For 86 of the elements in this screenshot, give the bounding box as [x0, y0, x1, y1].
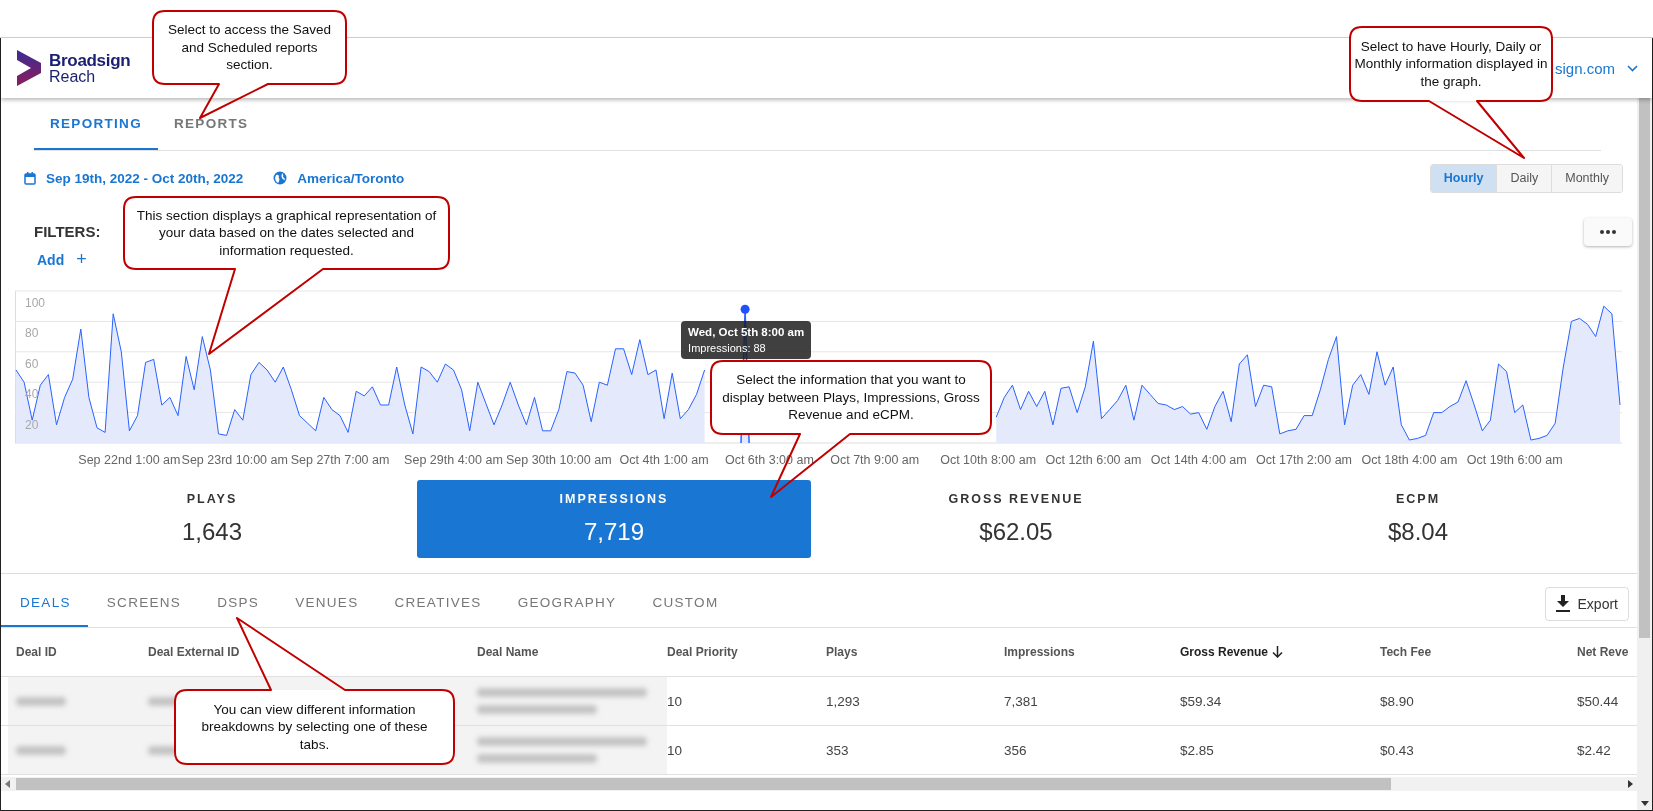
- table-cell: $8.90: [1380, 694, 1414, 709]
- scrollbar-thumb[interactable]: [1639, 98, 1650, 638]
- granularity-option[interactable]: Daily: [1496, 164, 1552, 192]
- scroll-left-icon: [5, 780, 10, 788]
- column-header[interactable]: Plays: [826, 645, 858, 659]
- logo-name: Broadsign: [49, 51, 131, 69]
- axis-label: Oct 17th 2:00 am: [1256, 453, 1352, 467]
- table-cell: $59.34: [1180, 694, 1222, 709]
- scroll-right-icon: [1628, 780, 1633, 788]
- axis-label: Oct 18th 4:00 am: [1361, 453, 1458, 467]
- column-header[interactable]: Gross Revenue: [1180, 645, 1269, 659]
- breakdown-tab[interactable]: CUSTOM: [633, 580, 736, 627]
- axis-label: 80: [25, 326, 39, 341]
- table-cell: 7,381: [1004, 694, 1038, 709]
- more-button[interactable]: [1584, 218, 1632, 246]
- scrollbar-thumb[interactable]: [16, 778, 1391, 790]
- nav-tab[interactable]: REPORTS: [157, 98, 265, 150]
- sort-down-icon: [1272, 646, 1284, 658]
- table-cell: 1,293: [826, 694, 860, 709]
- axis-label: 20: [25, 417, 39, 432]
- axis-label: Oct 12th 6:00 am: [1045, 453, 1142, 467]
- table-cell: $2.42: [1577, 743, 1611, 758]
- axis-label: Oct 19th 6:00 am: [1466, 453, 1563, 467]
- metric-button[interactable]: ECPM $8.04: [1221, 480, 1615, 558]
- metric-button[interactable]: PLAYS 1,643: [15, 480, 409, 558]
- date-range-button[interactable]: Sep 19th, 2022 - Oct 20th, 2022: [24, 170, 244, 186]
- metric-button[interactable]: GROSS REVENUE $62.05: [819, 480, 1213, 558]
- globe-icon: [273, 171, 288, 185]
- breakdown-tab[interactable]: GEOGRAPHY: [498, 580, 634, 627]
- download-icon: [1555, 595, 1570, 612]
- axis-label: 100: [25, 296, 46, 310]
- table-cell: 10: [667, 694, 683, 709]
- breakdown-tab[interactable]: VENUES: [276, 580, 376, 627]
- more-icon: [1600, 230, 1616, 234]
- callout-text: Select to access the Saved and Scheduled reports section.: [167, 21, 332, 74]
- caret-icon: [1627, 64, 1638, 72]
- table-cell: 353: [826, 743, 849, 758]
- table-cell: $0.43: [1380, 743, 1414, 758]
- column-header[interactable]: Net Reve: [1577, 645, 1629, 659]
- add-filter-button[interactable]: Add +: [34, 249, 87, 270]
- axis-label: Oct 10th 8:00 am: [940, 453, 1037, 467]
- logo-subtitle: Reach: [49, 68, 96, 85]
- table-cell: $50.44: [1577, 694, 1619, 709]
- callout-text: This section displays a graphical representation of your data based on the dates selected and information requested.: [135, 206, 438, 260]
- vertical-scrollbar[interactable]: [1637, 98, 1652, 810]
- horizontal-scrollbar[interactable]: [1, 777, 1637, 791]
- column-header[interactable]: Deal Name: [477, 645, 539, 659]
- tooltip-text: Impressions: 88: [688, 342, 767, 355]
- axis-label: Oct 4th 1:00 am: [619, 453, 709, 467]
- breakdown-tab[interactable]: SCREENS: [87, 580, 199, 627]
- table-cell: 10: [667, 743, 683, 758]
- callout-text: Select to have Hourly, Daily or Monthly information displayed in the graph.: [1353, 37, 1549, 91]
- breakdown-tab[interactable]: DEALS: [1, 580, 88, 627]
- metric-button[interactable]: IMPRESSIONS 7,719: [417, 480, 811, 558]
- timezone-button[interactable]: America/Toronto: [273, 170, 405, 186]
- breakdown-tab[interactable]: DSPS: [198, 580, 277, 627]
- breakdown-tab[interactable]: CREATIVES: [375, 580, 499, 627]
- axis-label: Sep 22nd 1:00 am: [78, 453, 181, 467]
- callout-text: You can view different information breakdowns by selecting one of these tabs.: [200, 700, 429, 754]
- axis-label: Sep 27th 7:00 am: [290, 453, 390, 467]
- export-button[interactable]: Export: [1544, 586, 1629, 621]
- axis-label: Oct 14th 4:00 am: [1150, 453, 1247, 467]
- filters-label: FILTERS:: [34, 223, 101, 240]
- column-header[interactable]: Deal External ID: [148, 645, 240, 659]
- nav-tab[interactable]: REPORTING: [34, 98, 158, 150]
- blurred-text: [16, 696, 66, 706]
- column-header[interactable]: Tech Fee: [1380, 645, 1432, 659]
- data-point: [740, 304, 750, 314]
- account-menu[interactable]: sign.com: [1554, 59, 1638, 77]
- axis-label: Sep 23rd 10:00 am: [181, 453, 288, 467]
- axis-label: Oct 7th 9:00 am: [830, 453, 920, 467]
- column-header[interactable]: Deal Priority: [667, 645, 738, 659]
- column-header[interactable]: Deal ID: [16, 645, 57, 659]
- column-header[interactable]: Impressions: [1004, 645, 1075, 659]
- axis-label: Sep 30th 10:00 am: [505, 453, 612, 467]
- tooltip-title: Wed, Oct 5th 8:00 am: [688, 326, 805, 339]
- axis-label: Sep 29th 4:00 am: [404, 453, 503, 467]
- axis-label: 60: [25, 356, 39, 371]
- scroll-down-icon: [1640, 801, 1649, 806]
- calendar-icon: [24, 171, 36, 185]
- table-cell: $2.85: [1180, 743, 1214, 758]
- blurred-text: [16, 745, 66, 755]
- callout-text: Select the information that you want to display between Plays, Impressions, Gross Revenue and eCPM.: [721, 371, 981, 424]
- table-cell: 356: [1004, 743, 1027, 758]
- granularity-option[interactable]: Monthly: [1551, 164, 1622, 192]
- logo-icon: [17, 50, 41, 86]
